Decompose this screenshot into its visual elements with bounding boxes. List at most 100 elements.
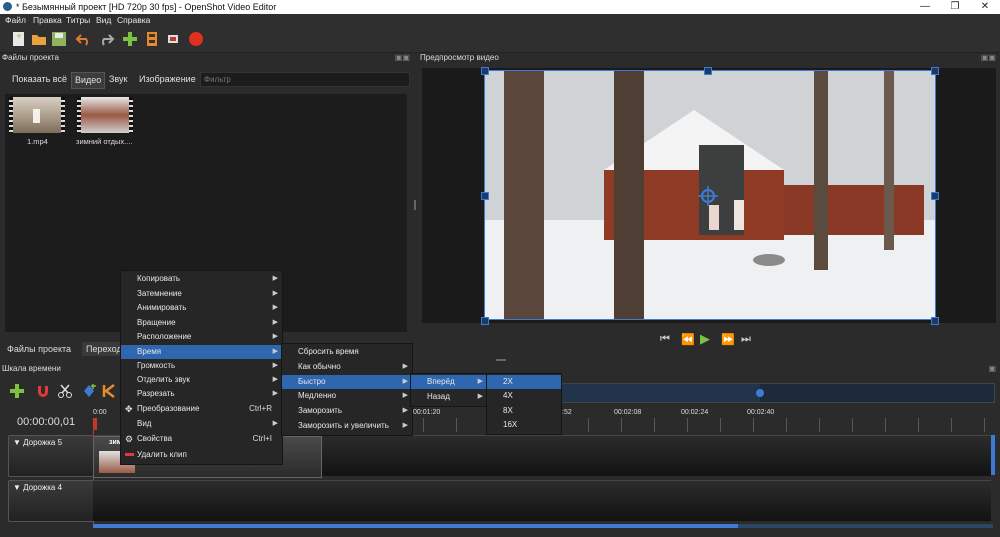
snap-icon[interactable]	[35, 383, 51, 399]
project-files-title: Файлы проекта	[2, 53, 59, 62]
menu-titles[interactable]: Титры	[66, 15, 90, 25]
rewind-icon[interactable]: ⏪	[681, 333, 695, 346]
close-icon[interactable]: ✕	[970, 0, 1000, 14]
menu-layout[interactable]: Расположение ▶	[121, 330, 282, 344]
ruler-label: 00:01:20	[413, 409, 441, 416]
menu-volume[interactable]: Громкость ▶	[121, 359, 282, 373]
filter-video[interactable]: Видео	[71, 72, 106, 89]
track-lane-4[interactable]	[93, 480, 991, 521]
save-project-icon[interactable]	[50, 30, 68, 48]
file-thumbnail-1[interactable]	[9, 97, 65, 133]
menu-view[interactable]: Вид ▶	[121, 417, 282, 431]
menu-speed-8x[interactable]: 8X	[487, 404, 561, 418]
ruler-label: 00:02:24	[681, 409, 709, 416]
add-marker-icon[interactable]	[81, 383, 97, 399]
video-preview[interactable]	[422, 67, 996, 325]
menu-slice[interactable]: Разрезать ▶	[121, 387, 282, 401]
figure-shape	[33, 109, 40, 123]
menu-transform[interactable]: ✥ Преобразование Ctrl+R	[121, 402, 282, 416]
menu-rotate[interactable]: Вращение ▶	[121, 316, 282, 330]
minimize-icon[interactable]: —	[910, 0, 940, 14]
dock-buttons-icon[interactable]: ▣	[988, 364, 996, 373]
track-name-4: ▼ Дорожка 4	[13, 483, 63, 492]
menu-freeze[interactable]: Заморозить ▶	[282, 404, 412, 418]
file-name-1: 1.mp4	[27, 137, 48, 146]
file-thumbnail-2[interactable]	[77, 97, 133, 133]
menu-separate-audio[interactable]: Отделить звук ▶	[121, 373, 282, 387]
track-header-4[interactable]: ▼ Дорожка 4	[8, 480, 95, 522]
splitter-handle[interactable]	[414, 200, 416, 210]
transform-handle[interactable]	[931, 67, 939, 75]
tab-project-files[interactable]: Файлы проекта	[3, 342, 83, 356]
menu-file[interactable]: Файл	[5, 15, 26, 25]
menu-reset-time[interactable]: Сбросить время	[282, 345, 412, 359]
new-project-icon[interactable]: +	[10, 30, 28, 48]
menu-fade[interactable]: Затемнение ▶	[121, 287, 282, 301]
menu-speed-16x[interactable]: 16X	[487, 418, 561, 432]
film-strip	[129, 97, 133, 133]
playhead-marker[interactable]	[93, 418, 97, 430]
play-icon[interactable]: ▶	[700, 331, 710, 347]
scrollbar-thumb[interactable]	[93, 524, 738, 528]
transform-handle[interactable]	[704, 67, 712, 75]
menu-remove-clip[interactable]: Удалить клип	[121, 448, 282, 462]
transform-icon: ✥	[125, 404, 133, 414]
filter-image[interactable]: Изображение	[136, 72, 199, 87]
menu-time[interactable]: Время ▶	[121, 345, 282, 359]
transform-handle[interactable]	[481, 67, 489, 75]
filter-audio[interactable]: Звук	[106, 72, 130, 87]
zoom-handle[interactable]	[756, 389, 764, 397]
open-project-icon[interactable]	[30, 30, 48, 48]
transform-handle[interactable]	[481, 192, 489, 200]
menu-edit[interactable]: Правка	[33, 15, 62, 25]
ruler-label: 00:02:08	[614, 409, 642, 416]
menu-animate[interactable]: Анимировать ▶	[121, 301, 282, 315]
menu-view[interactable]: Вид	[96, 15, 111, 25]
export-video-icon[interactable]	[187, 30, 205, 48]
track-header-5[interactable]: ▼ Дорожка 5	[8, 435, 95, 477]
add-track-icon[interactable]	[9, 383, 25, 399]
transform-handle[interactable]	[481, 317, 489, 325]
filter-input[interactable]	[200, 72, 410, 87]
transform-handle[interactable]	[931, 317, 939, 325]
tab-transitions-label: Переход	[86, 344, 122, 354]
gear-icon: ⚙	[125, 434, 134, 444]
track-end-marker	[991, 435, 995, 475]
import-files-icon[interactable]	[121, 30, 139, 48]
fullscreen-icon[interactable]	[164, 30, 182, 48]
timeline-scrollbar[interactable]	[93, 524, 993, 528]
menu-speed-4x[interactable]: 4X	[487, 389, 561, 403]
menu-backward[interactable]: Назад ▶	[411, 390, 487, 404]
undo-icon[interactable]	[75, 30, 93, 48]
film-strip	[77, 97, 81, 133]
ruler-label: 0:00	[93, 409, 107, 416]
razor-icon[interactable]	[57, 383, 73, 399]
fast-forward-icon[interactable]: ⏩	[721, 333, 735, 346]
menu-slow[interactable]: Медленно ▶	[282, 389, 412, 403]
center-crosshair-icon[interactable]	[698, 186, 718, 206]
menu-speed-2x[interactable]: 2X	[487, 375, 561, 389]
transform-handle[interactable]	[931, 192, 939, 200]
previous-marker-icon[interactable]	[102, 383, 116, 399]
maximize-icon[interactable]: ❐	[940, 0, 970, 14]
file-name-2: зимний отдых....	[76, 137, 133, 146]
menu-properties[interactable]: ⚙ Свойства Ctrl+I	[121, 432, 282, 446]
dock-buttons-icon[interactable]: ▣▣	[395, 53, 410, 62]
menu-forward[interactable]: Вперёд ▶	[411, 375, 487, 389]
jump-start-icon[interactable]: ⏮	[660, 333, 670, 346]
filter-show-all[interactable]: Показать всё	[9, 72, 70, 87]
fast-submenu: Вперёд ▶ Назад ▶	[410, 373, 488, 407]
redo-icon[interactable]	[97, 30, 115, 48]
menu-help[interactable]: Справка	[117, 15, 150, 25]
menu-fast[interactable]: Быстро ▶	[282, 375, 412, 389]
jump-end-icon[interactable]: ⏭	[741, 333, 751, 346]
forward-speed-submenu: 2X 4X 8X 16X	[486, 373, 562, 435]
track-name-5: ▼ Дорожка 5	[13, 438, 63, 447]
menu-copy[interactable]: Копировать ▶	[121, 272, 282, 286]
preview-header: Предпросмотр видео ▣▣	[420, 53, 998, 65]
dock-buttons-icon[interactable]: ▣▣	[981, 53, 996, 62]
splitter-handle[interactable]	[496, 359, 506, 361]
profile-icon[interactable]	[143, 30, 161, 48]
menu-freeze-zoom[interactable]: Заморозить и увеличить ▶	[282, 419, 412, 433]
menu-normal[interactable]: Как обычно ▶	[282, 360, 412, 374]
